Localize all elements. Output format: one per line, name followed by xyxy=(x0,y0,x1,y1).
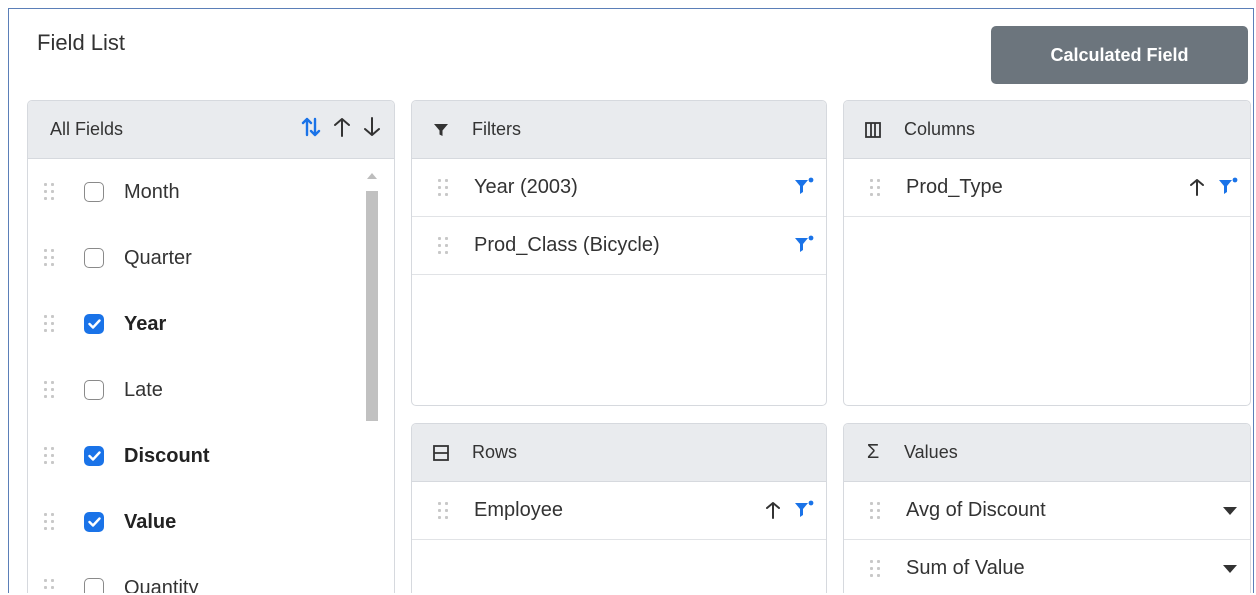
all-fields-title: All Fields xyxy=(50,119,124,139)
rows-panel: Rows Employee xyxy=(411,423,827,593)
value-item-label: Sum of Value xyxy=(906,557,1025,579)
field-label: Quantity xyxy=(124,576,199,594)
field-item-quarter[interactable]: Quarter xyxy=(28,225,394,291)
field-item-month[interactable]: Month xyxy=(28,159,394,225)
field-item-value[interactable]: Value xyxy=(28,489,394,555)
scrollbar[interactable] xyxy=(364,169,380,593)
item-tools xyxy=(1222,558,1238,578)
filter-item-prod-class[interactable]: Prod_Class (Bicycle) xyxy=(412,217,826,275)
filter-item-year[interactable]: Year (2003) xyxy=(412,159,826,217)
check-icon xyxy=(87,517,101,527)
values-panel: Σ Values Avg of Discount Sum of Value xyxy=(843,423,1251,593)
row-item-label: Employee xyxy=(474,499,563,521)
filter-icon xyxy=(430,119,452,141)
field-label: Year xyxy=(124,312,167,335)
row-item-employee[interactable]: Employee xyxy=(412,482,826,540)
field-label: Late xyxy=(124,378,163,401)
field-item-year[interactable]: Year xyxy=(28,291,394,357)
field-label: Value xyxy=(124,510,177,533)
sigma-icon: Σ xyxy=(866,441,880,463)
drag-handle-icon[interactable] xyxy=(44,183,54,201)
filters-panel: Filters Year (2003) Prod_Class (Bicycle) xyxy=(411,100,827,406)
drag-handle-icon[interactable] xyxy=(438,178,448,197)
filter-active-icon[interactable] xyxy=(1218,177,1238,197)
value-item-label: Avg of Discount xyxy=(906,499,1046,521)
filter-item-label: Year (2003) xyxy=(474,176,578,198)
values-title: Values xyxy=(904,442,958,462)
drag-handle-icon[interactable] xyxy=(870,178,880,197)
item-tools xyxy=(794,177,814,197)
filters-title: Filters xyxy=(472,119,521,139)
field-checkbox[interactable] xyxy=(84,578,104,593)
rows-icon xyxy=(430,442,452,464)
field-checkbox[interactable] xyxy=(84,248,104,268)
all-fields-list: Month Quarter Year Late Discount Value Q… xyxy=(28,159,394,593)
filter-active-icon[interactable] xyxy=(794,177,814,197)
sort-ascending-icon[interactable] xyxy=(332,116,352,138)
drag-handle-icon[interactable] xyxy=(44,315,54,333)
scroll-up-icon[interactable] xyxy=(367,173,377,179)
sort-descending-icon[interactable] xyxy=(362,116,382,138)
item-tools xyxy=(1222,500,1238,520)
columns-panel: Columns Prod_Type xyxy=(843,100,1251,406)
field-label: Month xyxy=(124,180,180,203)
drag-handle-icon[interactable] xyxy=(870,559,880,578)
drag-handle-icon[interactable] xyxy=(44,447,54,465)
filter-item-label: Prod_Class (Bicycle) xyxy=(474,234,660,256)
dropdown-caret-icon[interactable] xyxy=(1222,558,1238,578)
sort-controls xyxy=(300,116,382,138)
check-icon xyxy=(87,319,101,329)
field-label: Discount xyxy=(124,444,210,467)
item-tools xyxy=(794,235,814,255)
field-item-late[interactable]: Late xyxy=(28,357,394,423)
field-checkbox[interactable] xyxy=(84,380,104,400)
item-tools xyxy=(764,500,814,520)
value-item-sum-value[interactable]: Sum of Value xyxy=(844,540,1250,593)
calculated-field-button[interactable]: Calculated Field xyxy=(991,26,1248,84)
dropdown-caret-icon[interactable] xyxy=(1222,500,1238,520)
sort-ascending-icon[interactable] xyxy=(1188,177,1206,197)
value-item-avg-discount[interactable]: Avg of Discount xyxy=(844,482,1250,540)
drag-handle-icon[interactable] xyxy=(44,381,54,399)
field-checkbox[interactable] xyxy=(84,314,104,334)
sort-ascending-icon[interactable] xyxy=(764,500,782,520)
item-tools xyxy=(1188,177,1238,197)
drag-handle-icon[interactable] xyxy=(438,501,448,520)
field-checkbox[interactable] xyxy=(84,182,104,202)
field-label: Quarter xyxy=(124,246,192,269)
all-fields-panel: All Fields Month Quarter Year Late Disco… xyxy=(27,100,395,593)
rows-header: Rows xyxy=(412,424,826,482)
column-item-prod-type[interactable]: Prod_Type xyxy=(844,159,1250,217)
drag-handle-icon[interactable] xyxy=(44,249,54,267)
field-item-discount[interactable]: Discount xyxy=(28,423,394,489)
columns-icon xyxy=(862,119,884,141)
drag-handle-icon[interactable] xyxy=(44,513,54,531)
filters-header: Filters xyxy=(412,101,826,159)
field-item-quantity[interactable]: Quantity xyxy=(28,555,394,593)
all-fields-header: All Fields xyxy=(28,101,394,159)
column-item-label: Prod_Type xyxy=(906,176,1003,198)
field-checkbox[interactable] xyxy=(84,446,104,466)
filter-active-icon[interactable] xyxy=(794,500,814,520)
values-header: Σ Values xyxy=(844,424,1250,482)
drag-handle-icon[interactable] xyxy=(438,236,448,255)
page-title: Field List xyxy=(37,30,126,55)
columns-title: Columns xyxy=(904,119,976,139)
drag-handle-icon[interactable] xyxy=(870,501,880,520)
drag-handle-icon[interactable] xyxy=(44,579,54,593)
sort-toggle-icon[interactable] xyxy=(300,116,322,138)
check-icon xyxy=(87,451,101,461)
filter-active-icon[interactable] xyxy=(794,235,814,255)
field-checkbox[interactable] xyxy=(84,512,104,532)
field-list-dialog: Field List Calculated Field All Fields M… xyxy=(8,8,1254,593)
columns-header: Columns xyxy=(844,101,1250,159)
scrollbar-thumb[interactable] xyxy=(366,191,378,421)
rows-title: Rows xyxy=(472,442,518,462)
